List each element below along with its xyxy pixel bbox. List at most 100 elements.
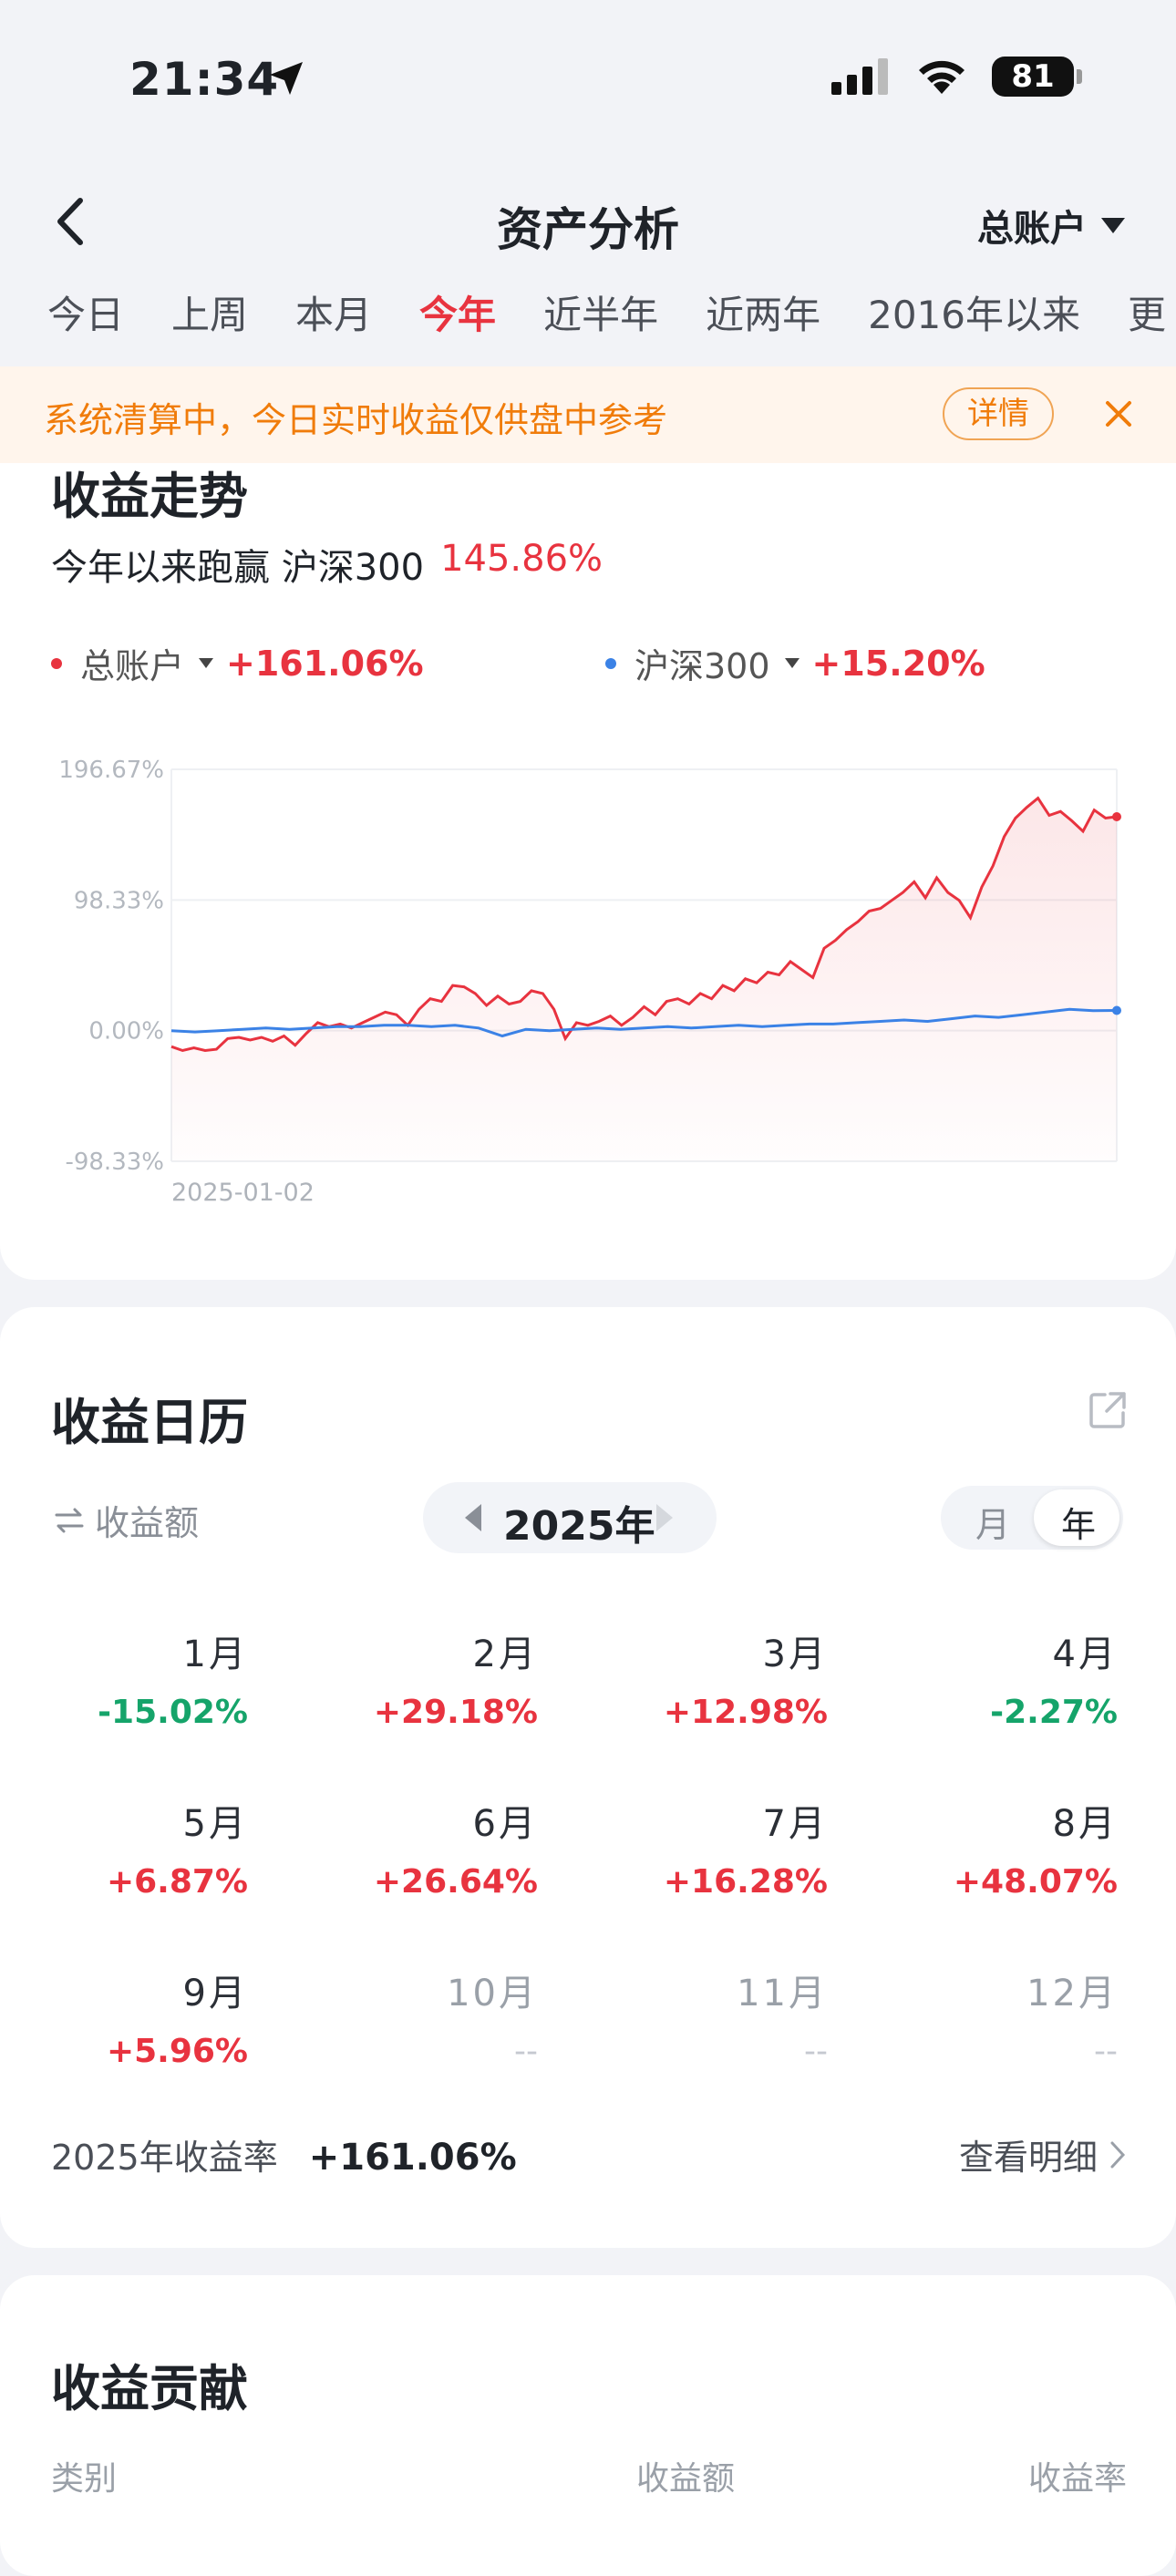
month-name: 7月 bbox=[762, 1803, 828, 1845]
triangle-left-icon bbox=[465, 1504, 481, 1531]
month-name: 3月 bbox=[762, 1633, 828, 1675]
legend-account[interactable]: 总账户 +161.06% bbox=[51, 638, 424, 688]
caret-down-icon bbox=[1101, 217, 1125, 233]
month-name: 11月 bbox=[737, 1973, 828, 2014]
series-end-account bbox=[1112, 811, 1121, 821]
month-cell[interactable]: 6月 +26.64% bbox=[310, 1794, 538, 1901]
tab-this-month[interactable]: 本月 bbox=[295, 284, 372, 340]
legend-dot-account bbox=[51, 657, 62, 669]
notice-text: 系统清算中，今日实时收益仅供盘中参考 bbox=[44, 400, 668, 440]
trend-title: 收益走势 bbox=[51, 468, 248, 525]
mode-toggle[interactable]: 收益额 bbox=[53, 1495, 199, 1545]
account-label: 总账户 bbox=[977, 208, 1087, 250]
legend-value-index: +15.20% bbox=[811, 643, 985, 684]
tab-since-2016[interactable]: 2016年以来 bbox=[868, 284, 1080, 340]
triangle-right-icon bbox=[656, 1504, 673, 1531]
view-detail-label: 查看明细 bbox=[958, 2138, 1098, 2178]
y-tick-label: 98.33% bbox=[74, 887, 164, 914]
month-pct: -2.27% bbox=[990, 1694, 1118, 1731]
status-indicators: 81 bbox=[831, 57, 1082, 97]
tab-this-year[interactable]: 今年 bbox=[419, 284, 496, 340]
y-tick-label: 196.67% bbox=[58, 757, 164, 784]
trend-summary-value: 145.86% bbox=[440, 538, 603, 580]
month-cell[interactable]: 2月 +29.18% bbox=[310, 1624, 538, 1731]
month-pct: +48.07% bbox=[953, 1863, 1118, 1901]
legend-name-account: 总账户 bbox=[80, 646, 185, 686]
chevron-right-icon bbox=[1110, 2141, 1126, 2168]
month-cell[interactable]: 3月 +12.98% bbox=[600, 1624, 828, 1731]
month-pct: +12.98% bbox=[663, 1694, 828, 1731]
month-cell[interactable]: 10月 -- bbox=[310, 1963, 538, 2070]
segment-month[interactable]: 月 bbox=[975, 1497, 1010, 1547]
legend-index[interactable]: 沪深300 +15.20% bbox=[605, 638, 985, 688]
month-pct: -- bbox=[804, 2033, 828, 2070]
annual-return-value: +161.06% bbox=[308, 2137, 517, 2179]
month-pct: -15.02% bbox=[98, 1694, 248, 1731]
annual-return-label: 2025年收益率 bbox=[51, 2138, 278, 2178]
share-icon bbox=[1089, 1392, 1126, 1428]
next-year-button[interactable] bbox=[655, 1502, 676, 1537]
month-pct: +5.96% bbox=[106, 2033, 248, 2070]
month-cell[interactable]: 1月 -15.02% bbox=[20, 1624, 248, 1731]
month-name: 1月 bbox=[182, 1633, 248, 1675]
month-cell[interactable]: 8月 +48.07% bbox=[890, 1794, 1118, 1901]
month-name: 8月 bbox=[1052, 1803, 1118, 1845]
y-tick-label: -98.33% bbox=[65, 1149, 164, 1176]
legend-dot-index bbox=[605, 657, 616, 669]
prev-year-button[interactable] bbox=[461, 1502, 483, 1537]
view-detail-link[interactable]: 查看明细 bbox=[959, 2129, 1127, 2179]
segment-year: 年 bbox=[1061, 1505, 1097, 1545]
column-header-amount[interactable]: 收益额 bbox=[636, 2452, 735, 2499]
month-name: 2月 bbox=[472, 1633, 538, 1675]
month-cell[interactable]: 4月 -2.27% bbox=[890, 1624, 1118, 1731]
tab-two-years[interactable]: 近两年 bbox=[706, 284, 820, 340]
month-cell[interactable]: 11月 -- bbox=[600, 1963, 828, 2070]
y-tick-label: 0.00% bbox=[88, 1018, 164, 1046]
status-time: 21:34 bbox=[129, 53, 280, 106]
year-label: 2025年 bbox=[503, 1503, 655, 1550]
signal-icon bbox=[831, 58, 888, 95]
account-selector[interactable]: 总账户 bbox=[977, 199, 1125, 252]
trend-chart[interactable]: 196.67% 98.33% 0.00% -98.33% 2025-01-02 bbox=[0, 738, 1176, 1212]
column-header-rate[interactable]: 收益率 bbox=[1028, 2452, 1127, 2499]
location-arrow-icon bbox=[266, 58, 306, 102]
month-name: 12月 bbox=[1026, 1973, 1118, 2014]
close-icon bbox=[1106, 401, 1131, 427]
month-name: 6月 bbox=[472, 1803, 538, 1845]
month-cell[interactable]: 9月 +5.96% bbox=[20, 1963, 248, 2070]
contribution-title: 收益贡献 bbox=[51, 2360, 248, 2417]
month-cell[interactable]: 12月 -- bbox=[890, 1963, 1118, 2070]
caret-down-icon bbox=[784, 658, 799, 668]
notice-close-button[interactable] bbox=[1097, 392, 1140, 436]
series-end-index bbox=[1112, 1005, 1121, 1015]
month-pct: +26.64% bbox=[373, 1863, 538, 1901]
x-axis-start-label: 2025-01-02 bbox=[171, 1179, 315, 1207]
month-pct: -- bbox=[514, 2033, 538, 2070]
calendar-title: 收益日历 bbox=[51, 1394, 248, 1451]
tab-today[interactable]: 今日 bbox=[47, 284, 124, 340]
trend-summary: 今年以来跑赢 沪深300 145.86% bbox=[51, 538, 603, 591]
series-area-account bbox=[171, 798, 1117, 1161]
month-pct: -- bbox=[1094, 2033, 1118, 2070]
column-header-category: 类别 bbox=[51, 2460, 118, 2498]
legend-name-index: 沪深300 bbox=[634, 646, 770, 686]
month-cell[interactable]: 5月 +6.87% bbox=[20, 1794, 248, 1901]
tab-last-week[interactable]: 上周 bbox=[171, 284, 248, 340]
period-tabs: 今日 上周 本月 今年 近半年 近两年 2016年以来 更 bbox=[47, 284, 1176, 340]
month-cell[interactable]: 7月 +16.28% bbox=[600, 1794, 828, 1901]
month-name: 10月 bbox=[447, 1973, 538, 2014]
month-name: 9月 bbox=[182, 1973, 248, 2014]
battery-indicator: 81 bbox=[992, 57, 1082, 97]
month-pct: +29.18% bbox=[373, 1694, 538, 1731]
notice-detail-button[interactable]: 详情 bbox=[943, 387, 1054, 440]
tab-more[interactable]: 更 bbox=[1128, 284, 1166, 340]
annual-return: 2025年收益率 +161.06% bbox=[51, 2129, 517, 2179]
month-name: 5月 bbox=[182, 1803, 248, 1845]
legend-value-account: +161.06% bbox=[226, 643, 424, 684]
caret-down-icon bbox=[199, 658, 214, 668]
month-name: 4月 bbox=[1052, 1633, 1118, 1675]
month-pct: +6.87% bbox=[106, 1863, 248, 1901]
share-button[interactable] bbox=[1087, 1389, 1129, 1435]
tab-half-year[interactable]: 近半年 bbox=[543, 284, 658, 340]
contribution-card bbox=[0, 2275, 1176, 2576]
